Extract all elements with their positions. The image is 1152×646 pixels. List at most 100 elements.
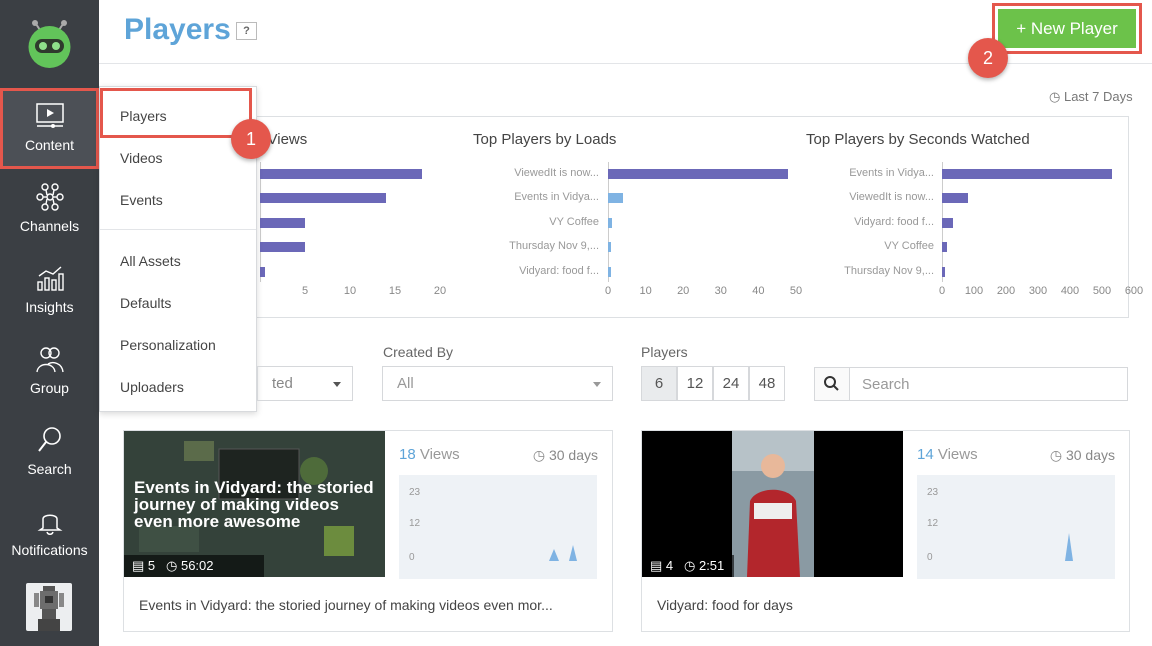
created-by-select[interactable]: All bbox=[382, 366, 613, 401]
chart-row-label: Vidyard: food f... bbox=[854, 216, 934, 228]
chart-bar[interactable] bbox=[260, 242, 305, 252]
created-by-value: All bbox=[397, 375, 414, 392]
main-area: Players ? + New Player 2 ◷ Last 7 Days o… bbox=[99, 0, 1152, 646]
menu-item-personalization[interactable]: Personalization bbox=[120, 337, 216, 353]
sidebar-item-search[interactable]: Search bbox=[0, 415, 99, 496]
status-select-value: ted bbox=[272, 375, 293, 392]
page-size-6[interactable]: 6 bbox=[641, 366, 677, 401]
sidebar-item-content[interactable]: Content bbox=[0, 88, 99, 169]
menu-divider bbox=[100, 229, 256, 230]
menu-item-videos[interactable]: Videos bbox=[120, 150, 163, 166]
sidebar: Content Channels Insights Group Search N… bbox=[0, 0, 99, 646]
menu-item-events[interactable]: Events bbox=[120, 192, 163, 208]
charts-panel: o Views Top Players by Loads Top Players… bbox=[123, 116, 1143, 318]
magnifier-icon bbox=[37, 427, 61, 452]
vidyard-robot-logo[interactable] bbox=[22, 14, 77, 70]
player-title[interactable]: Events in Vidyard: the storied journey o… bbox=[139, 597, 599, 613]
chart-bar[interactable] bbox=[260, 267, 265, 277]
chart-title: Top Players by Seconds Watched bbox=[806, 131, 1030, 148]
sidebar-item-insights[interactable]: Insights bbox=[0, 253, 99, 334]
chevron-down-icon bbox=[593, 382, 601, 387]
duration: 56:02 bbox=[180, 558, 214, 573]
sidebar-item-notifications[interactable]: Notifications bbox=[0, 496, 99, 577]
chart-tick-label: 15 bbox=[388, 285, 402, 297]
chart-bar[interactable] bbox=[260, 218, 305, 228]
sidebar-item-label: Insights bbox=[25, 299, 74, 315]
chart-row-label: ViewedIt is now... bbox=[514, 167, 599, 179]
menu-item-defaults[interactable]: Defaults bbox=[120, 295, 171, 311]
chart-bar[interactable] bbox=[260, 169, 422, 179]
step-badge-2: 2 bbox=[968, 38, 1008, 78]
page-size-48[interactable]: 48 bbox=[749, 366, 785, 401]
chart-tick-label: 300 bbox=[1028, 285, 1048, 297]
views-count: 14 Views bbox=[917, 446, 978, 463]
chart-tick-label: 30 bbox=[714, 285, 727, 297]
sidebar-item-label: Group bbox=[30, 380, 69, 396]
chart-bar[interactable] bbox=[942, 193, 968, 203]
chart-tick-label: 100 bbox=[964, 285, 984, 297]
chart-bar[interactable] bbox=[608, 242, 611, 252]
player-title[interactable]: Vidyard: food for days bbox=[657, 597, 1117, 613]
views-count: 18 Views bbox=[399, 446, 460, 463]
thumbnail-caption: Events in Vidyard: the storied journey o… bbox=[134, 478, 374, 531]
clock-icon: ◷ bbox=[166, 558, 178, 573]
chart-bar[interactable] bbox=[942, 242, 947, 252]
sidebar-item-label: Search bbox=[27, 461, 72, 477]
player-thumbnail[interactable]: ▤ 4 ◷ 2:51 bbox=[642, 431, 903, 577]
chart-bar[interactable] bbox=[942, 218, 954, 228]
views-word: Views bbox=[419, 446, 460, 463]
chart-row-label: VY Coffee bbox=[884, 240, 934, 252]
video-count: 4 bbox=[665, 558, 674, 573]
chart-tick-label: 400 bbox=[1060, 285, 1080, 297]
play-screen-icon bbox=[35, 103, 64, 128]
page-size-12[interactable]: 12 bbox=[677, 366, 713, 401]
avatar[interactable] bbox=[26, 583, 72, 631]
group-people-icon bbox=[35, 347, 64, 373]
period-text: 30 days bbox=[1065, 447, 1115, 463]
chart-tick-label: 500 bbox=[1092, 285, 1112, 297]
created-by-label: Created By bbox=[383, 344, 454, 360]
chart-bar[interactable] bbox=[260, 193, 386, 203]
robot-avatar-icon bbox=[34, 586, 64, 631]
chart-row-label: Events in Vidya... bbox=[514, 191, 599, 203]
page-size-24[interactable]: 24 bbox=[713, 366, 749, 401]
date-range-filter[interactable]: ◷ Last 7 Days bbox=[1049, 89, 1133, 105]
clock-icon: ◷ bbox=[532, 447, 546, 463]
film-icon: ▤ bbox=[650, 558, 663, 573]
video-count: 5 bbox=[147, 558, 156, 573]
sidebar-item-group[interactable]: Group bbox=[0, 334, 99, 415]
menu-item-uploaders[interactable]: Uploaders bbox=[120, 379, 184, 395]
period-label: ◷ 30 days bbox=[533, 447, 598, 464]
help-button[interactable]: ? bbox=[236, 22, 257, 40]
chart-row-label: Events in Vidya... bbox=[849, 167, 934, 179]
chart-bar[interactable] bbox=[608, 169, 789, 179]
views-number: 18 bbox=[399, 446, 416, 463]
clock-icon: ◷ bbox=[1049, 447, 1063, 463]
player-card[interactable]: Events in Vidyard: the storied journey o… bbox=[123, 430, 613, 632]
chart-bar[interactable] bbox=[942, 267, 945, 277]
search-input[interactable]: Search bbox=[849, 367, 1128, 401]
thumbnail-meta: ▤ 5 ◷ 56:02 bbox=[124, 555, 264, 577]
chart-tick-label: 40 bbox=[752, 285, 765, 297]
chart-bar[interactable] bbox=[608, 193, 624, 203]
sidebar-item-label: Channels bbox=[19, 218, 80, 234]
chart-tick-label: 5 bbox=[301, 285, 309, 297]
menu-item-players[interactable]: Players bbox=[120, 108, 167, 124]
menu-item-all-assets[interactable]: All Assets bbox=[120, 253, 181, 269]
chart-tick-label: 20 bbox=[677, 285, 690, 297]
period-label: ◷ 30 days bbox=[1050, 447, 1115, 464]
bell-icon bbox=[37, 514, 62, 535]
new-player-button[interactable]: + New Player bbox=[998, 9, 1136, 48]
search-button[interactable] bbox=[814, 367, 850, 401]
player-card[interactable]: ▤ 4 ◷ 2:51 14 Views ◷ 30 days 23 12 0 Vi… bbox=[641, 430, 1130, 632]
bar-chart-icon bbox=[36, 266, 64, 291]
chart-bar[interactable] bbox=[608, 267, 611, 277]
sidebar-item-channels[interactable]: Channels bbox=[0, 172, 99, 253]
views-sparkline: 23 12 0 bbox=[917, 475, 1115, 579]
status-select[interactable]: ted bbox=[257, 366, 353, 401]
player-thumbnail[interactable]: Events in Vidyard: the storied journey o… bbox=[124, 431, 385, 577]
chart-tick-label: 20 bbox=[433, 285, 447, 297]
channels-network-icon bbox=[35, 183, 64, 211]
chart-bar[interactable] bbox=[942, 169, 1112, 179]
chart-bar[interactable] bbox=[608, 218, 612, 228]
